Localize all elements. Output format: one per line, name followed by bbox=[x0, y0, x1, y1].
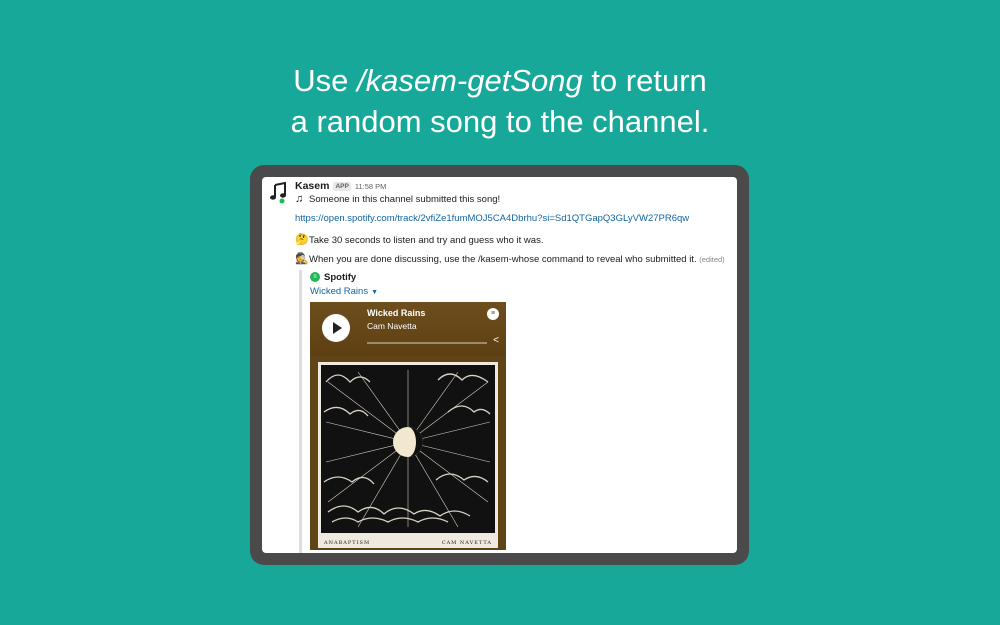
cover-artist-text: CAM NAVETTA bbox=[441, 540, 492, 546]
attachment-body: ≡ Spotify Wicked Rains ▼ Wicked Rains Cam… bbox=[310, 270, 506, 550]
track-link-text[interactable]: Wicked Rains bbox=[310, 286, 368, 297]
track-title-link[interactable]: Wicked Rains ▼ bbox=[310, 286, 378, 300]
headline-command: /kasem-getSong bbox=[356, 63, 583, 98]
detective-icon: 🕵 bbox=[295, 253, 309, 265]
player-controls: Wicked Rains Cam Navetta ≡ < bbox=[310, 302, 506, 356]
service-name: Spotify bbox=[324, 271, 357, 283]
line-1-text: Someone in this channel submitted this s… bbox=[309, 194, 501, 205]
album-cover: ANABAPTISM CAM NAVETTA bbox=[310, 356, 506, 550]
line-3-text: Take 30 seconds to listen and try and gu… bbox=[309, 235, 544, 246]
message-timestamp[interactable]: 11:58 PM bbox=[355, 182, 387, 191]
spotify-url-link[interactable]: https://open.spotify.com/track/2vfiZe1fu… bbox=[295, 213, 689, 224]
cover-album-text: ANABAPTISM bbox=[324, 540, 371, 546]
message: Kasem APP 11:58 PM ♫ Someone in this chan… bbox=[295, 179, 733, 553]
spotify-attachment: ≡ Spotify Wicked Rains ▼ Wicked Rains Cam… bbox=[299, 270, 522, 553]
headline-suffix: to return bbox=[582, 63, 707, 98]
album-art-image bbox=[318, 362, 498, 548]
music-note-icon bbox=[270, 181, 286, 204]
headline-line-2: a random song to the channel. bbox=[290, 104, 710, 139]
message-line-1: ♫ Someone in this channel submitted this … bbox=[295, 193, 500, 205]
bot-avatar[interactable] bbox=[269, 181, 289, 204]
spotify-logo-icon[interactable]: ≡ bbox=[487, 308, 499, 320]
player-track-title: Wicked Rains bbox=[367, 308, 426, 318]
spotify-logo-icon: ≡ bbox=[310, 272, 320, 282]
app-badge: APP bbox=[333, 181, 351, 191]
share-icon[interactable]: < bbox=[493, 335, 499, 346]
play-button[interactable] bbox=[322, 314, 350, 342]
message-header: Kasem APP 11:58 PM bbox=[295, 179, 733, 193]
device-frame: Kasem APP 11:58 PM ♫ Someone in this chan… bbox=[250, 165, 749, 565]
music-note-icon: ♫ bbox=[295, 193, 304, 205]
message-line-3: 🤔Take 30 seconds to listen and try and g… bbox=[295, 233, 543, 246]
spotify-player: Wicked Rains Cam Navetta ≡ < ANABAPTISM … bbox=[310, 302, 506, 550]
line-4-text: When you are done discussing, use the /k… bbox=[309, 254, 697, 265]
attachment-service: ≡ Spotify bbox=[310, 270, 378, 284]
headline: Use /kasem-getSong to return a random so… bbox=[0, 60, 1000, 142]
slack-screen: Kasem APP 11:58 PM ♫ Someone in this chan… bbox=[262, 177, 737, 553]
headline-line-1: Use /kasem-getSong to return bbox=[0, 60, 1000, 101]
progress-bar[interactable] bbox=[367, 342, 487, 344]
caret-down-icon[interactable]: ▼ bbox=[371, 289, 378, 296]
headline-prefix: Use bbox=[293, 63, 357, 98]
player-artist[interactable]: Cam Navetta bbox=[367, 321, 417, 331]
author-name[interactable]: Kasem bbox=[295, 180, 329, 192]
edited-label: (edited) bbox=[699, 255, 725, 264]
thinking-face-icon: 🤔 bbox=[295, 234, 309, 246]
message-line-4: 🕵When you are done discussing, use the /… bbox=[295, 252, 725, 265]
